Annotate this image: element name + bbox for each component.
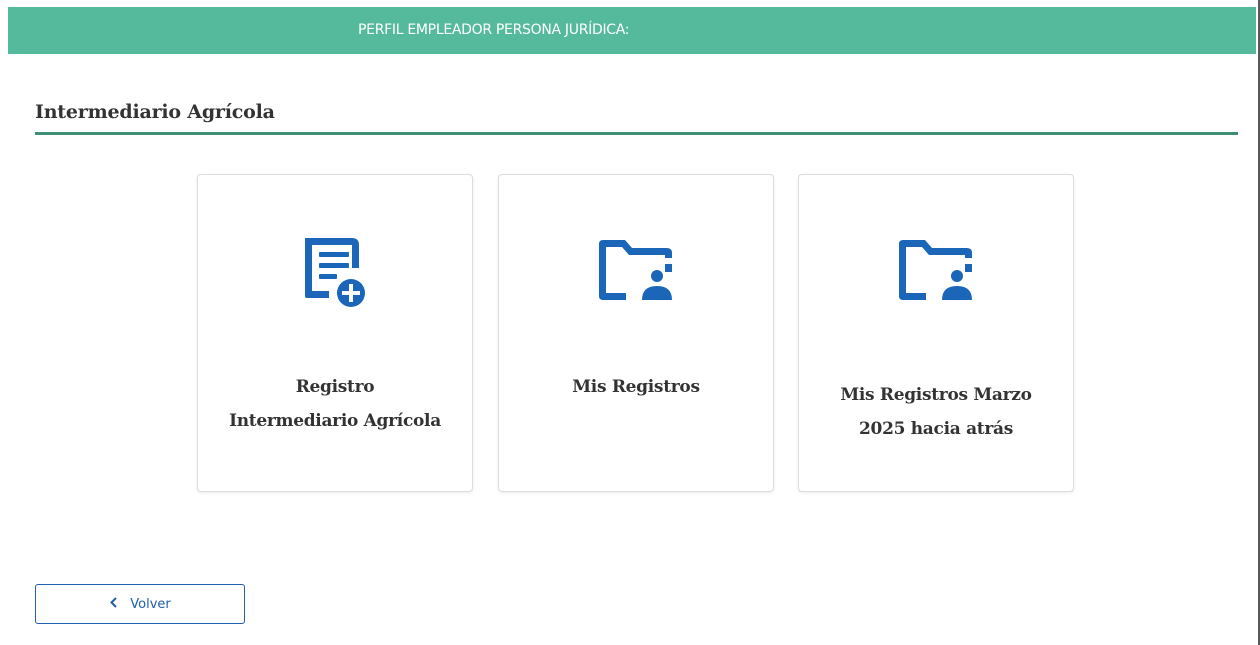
back-button-label: Volver <box>130 596 171 612</box>
document-add-icon <box>295 232 375 317</box>
card-mis-registros-marzo-2025[interactable]: Mis Registros Marzo 2025 hacia atrás <box>798 174 1074 492</box>
card-label-line: 2025 hacia atrás <box>859 419 1013 439</box>
folder-user-icon <box>596 238 676 307</box>
card-label-line: Registro <box>295 377 375 397</box>
card-mis-registros[interactable]: Mis Registros <box>498 174 774 492</box>
card-label: Mis Registros <box>509 370 763 404</box>
section-divider <box>35 132 1238 135</box>
card-label: Registro Intermediario Agrícola <box>208 370 462 438</box>
section-title: Intermediario Agrícola <box>35 101 275 123</box>
back-button[interactable]: Volver <box>35 584 245 624</box>
card-label-line: Mis Registros <box>572 377 700 397</box>
card-label: Mis Registros Marzo 2025 hacia atrás <box>809 378 1063 446</box>
card-label-line: Mis Registros Marzo <box>840 385 1032 405</box>
page: PERFIL EMPLEADOR PERSONA JURÍDICA: Inter… <box>0 0 1260 645</box>
card-label-line: Intermediario Agrícola <box>229 411 441 431</box>
header-title: PERFIL EMPLEADOR PERSONA JURÍDICA: <box>358 22 630 38</box>
header-bar: PERFIL EMPLEADOR PERSONA JURÍDICA: <box>8 7 1256 54</box>
chevron-left-icon <box>109 596 118 612</box>
folder-user-icon <box>896 238 976 307</box>
card-registro-intermediario[interactable]: Registro Intermediario Agrícola <box>197 174 473 492</box>
